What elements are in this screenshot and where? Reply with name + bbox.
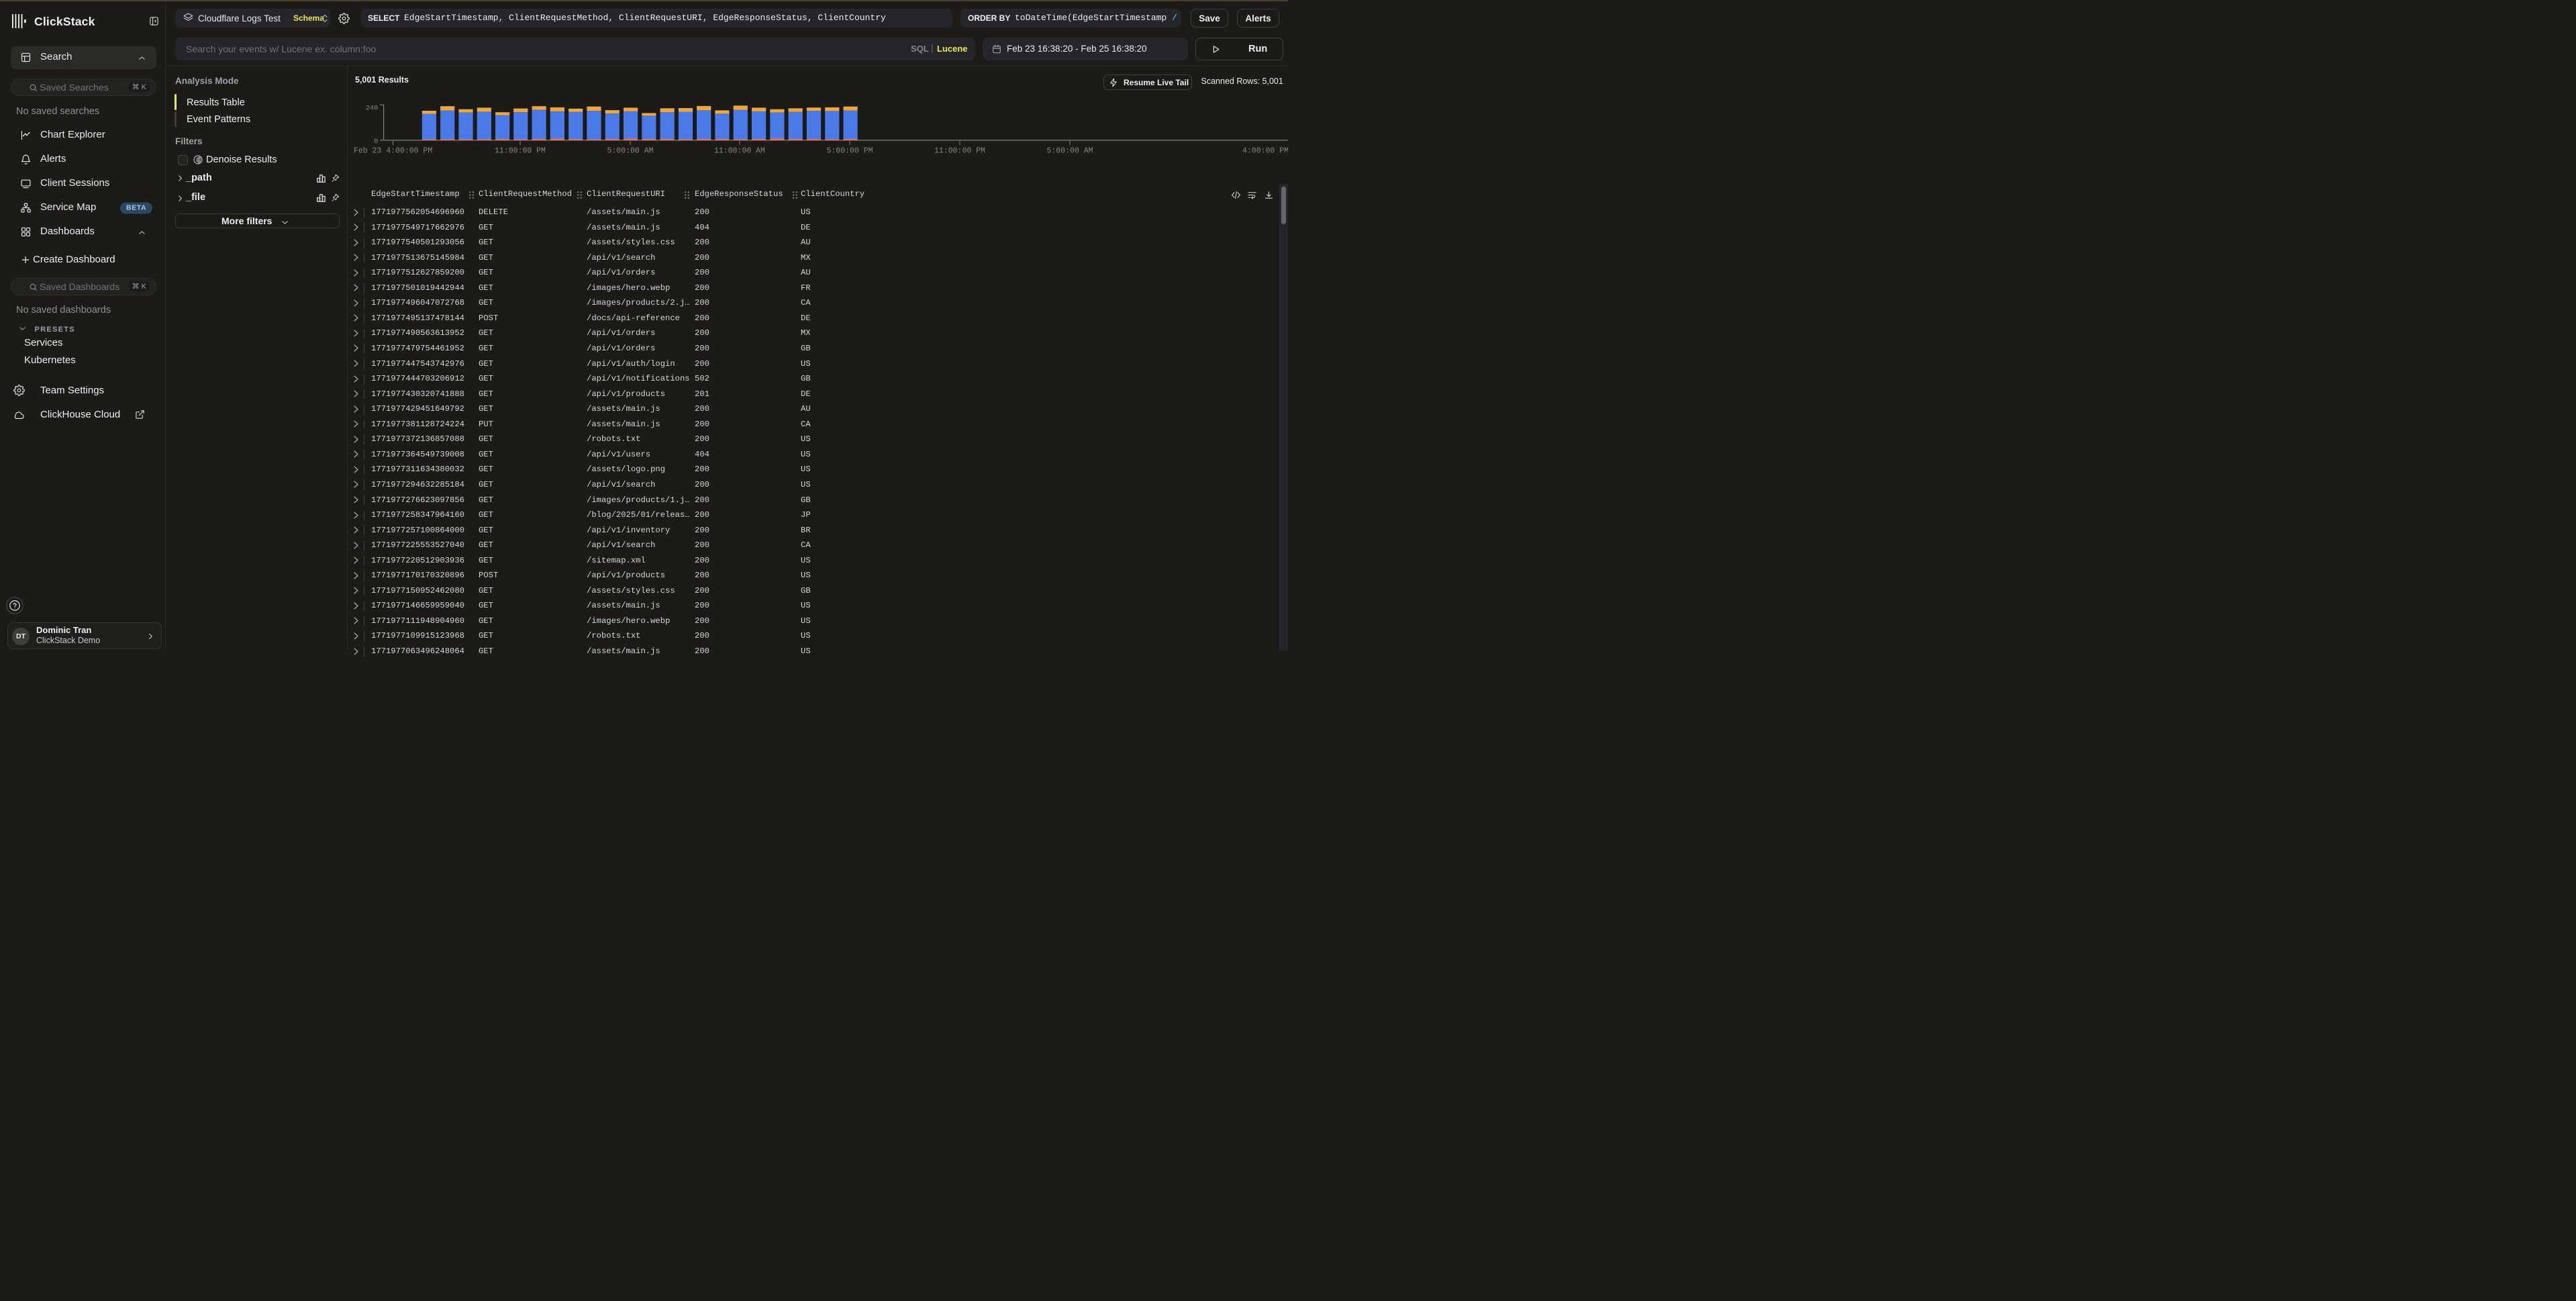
svg-text:0: 0 [374,138,378,146]
svg-text:5:00:00 PM: 5:00:00 PM [826,147,873,156]
svg-text:5:00:00 AM: 5:00:00 AM [607,147,653,156]
svg-text:4:00:00 PM: 4:00:00 PM [1242,147,1288,156]
svg-text:Feb 23 4:00:00 PM: Feb 23 4:00:00 PM [354,147,432,156]
svg-text:11:00:00 PM: 11:00:00 PM [495,147,546,156]
svg-text:11:00:00 PM: 11:00:00 PM [934,147,985,156]
svg-text:5:00:00 AM: 5:00:00 AM [1046,147,1093,156]
svg-text:11:00:00 AM: 11:00:00 AM [714,147,765,156]
svg-text:240: 240 [366,105,379,113]
